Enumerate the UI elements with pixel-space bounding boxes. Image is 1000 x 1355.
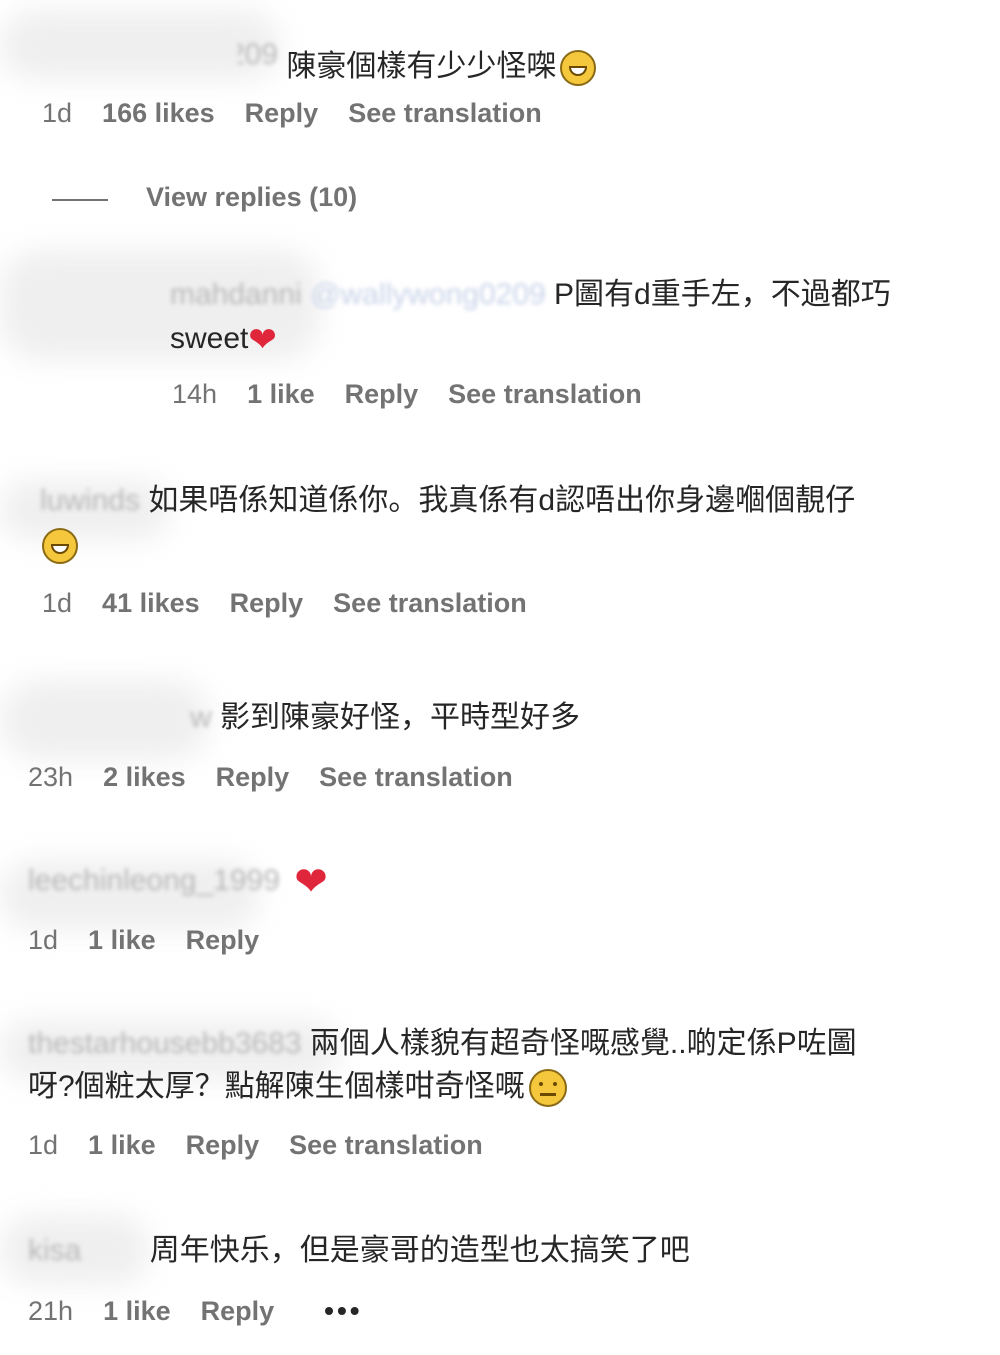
- comment-time: 1d: [42, 98, 73, 128]
- more-options-icon[interactable]: •••: [324, 1295, 362, 1327]
- reply-button[interactable]: Reply: [186, 1130, 260, 1161]
- comment-username[interactable]: thestarhousebb3683: [28, 1027, 302, 1060]
- reply-button[interactable]: Reply: [216, 762, 290, 793]
- comment-2-meta: 14h 1 like Reply See translation: [172, 379, 672, 410]
- see-translation-button[interactable]: See translation: [448, 379, 642, 410]
- comment-time: 1d: [28, 1130, 59, 1160]
- comment-1: wallywong0209 陳豪個樣有少少怪㗎: [238, 34, 597, 88]
- comment-time: 1d: [42, 588, 73, 618]
- likes-count[interactable]: 1 like: [247, 379, 315, 410]
- comment-text: 周年快乐，但是豪哥的造型也太搞笑了吧: [149, 1234, 690, 1267]
- comment-6-line2: 呀?個粧太厚？點解陳生個樣咁奇怪嘅: [28, 1066, 567, 1108]
- comment-6: thestarhousebb3683 兩個人樣貌有超奇怪嘅感覺..啲定係P咗圖: [28, 1023, 857, 1065]
- likes-count[interactable]: 2 likes: [103, 762, 186, 793]
- comment-text: 如果唔係知道係你。我真係有d認唔出你身邊嗰個靚仔: [148, 484, 856, 517]
- reply-button[interactable]: Reply: [345, 379, 419, 410]
- laughing-tears-emoji-icon: [560, 50, 597, 87]
- comment-2: mahdanni @wallywong0209 P圖有d重手左，不過都巧: [170, 274, 891, 316]
- view-replies-label: View replies (10): [146, 182, 358, 212]
- comment-5-meta: 1d 1 like Reply: [28, 925, 289, 956]
- comment-username[interactable]: w: [190, 701, 212, 734]
- comment-time: 23h: [28, 762, 74, 792]
- comment-text-continued: sweet: [170, 322, 249, 355]
- likes-count[interactable]: 166 likes: [102, 98, 215, 129]
- comment-3-meta: 1d 41 likes Reply See translation: [42, 588, 557, 619]
- reply-button[interactable]: Reply: [230, 588, 304, 619]
- comment-2-line2: sweet❤: [170, 318, 277, 360]
- blurred-avatar: [0, 680, 210, 760]
- heart-emoji-icon: ❤: [248, 321, 277, 360]
- comment-7-meta: 21h 1 like Reply •••: [28, 1295, 393, 1327]
- comment-username[interactable]: wallywong0209: [238, 34, 278, 76]
- comment-3-line2: [40, 524, 78, 566]
- reply-button[interactable]: Reply: [201, 1296, 275, 1327]
- reply-button[interactable]: Reply: [186, 925, 260, 956]
- laughing-tears-emoji-icon: [42, 528, 78, 565]
- comment-username[interactable]: leechinleong_1999: [28, 864, 280, 897]
- likes-count[interactable]: 41 likes: [102, 588, 200, 619]
- comment-text: 影到陳豪好怪，平時型好多: [220, 701, 581, 734]
- comment-4-meta: 23h 2 likes Reply See translation: [28, 762, 543, 793]
- comment-username[interactable]: luwinds: [40, 484, 140, 517]
- replies-divider: [52, 199, 108, 201]
- comment-mention[interactable]: @wallywong0209: [310, 278, 546, 311]
- see-translation-button[interactable]: See translation: [289, 1130, 483, 1161]
- see-translation-button[interactable]: See translation: [333, 588, 527, 619]
- comment-time: 21h: [28, 1295, 74, 1326]
- comment-4: w 影到陳豪好怪，平時型好多: [190, 697, 580, 739]
- comment-7: kisa 周年快乐，但是豪哥的造型也太搞笑了吧: [28, 1230, 690, 1272]
- likes-count[interactable]: 1 like: [103, 1296, 171, 1327]
- comment-time: 1d: [28, 925, 59, 955]
- comment-text: P圖有d重手左，不過都巧: [554, 278, 891, 311]
- comment-6-meta: 1d 1 like Reply See translation: [28, 1130, 513, 1161]
- red-heart-emoji-icon: ❤: [294, 860, 328, 905]
- comment-text: 陳豪個樣有少少怪㗎: [286, 50, 557, 83]
- view-replies-button[interactable]: View replies (10): [146, 182, 387, 213]
- neutral-face-emoji-icon: [528, 1069, 567, 1108]
- see-translation-button[interactable]: See translation: [348, 98, 542, 129]
- comment-text-continued: 呀?個粧太厚？點解陳生個樣咁奇怪嘅: [28, 1070, 525, 1103]
- comment-1-meta: 1d 166 likes Reply See translation: [42, 98, 572, 129]
- likes-count[interactable]: 1 like: [88, 1130, 156, 1161]
- likes-count[interactable]: 1 like: [88, 925, 156, 956]
- comment-3: luwinds 如果唔係知道係你。我真係有d認唔出你身邊嗰個靚仔: [40, 480, 855, 522]
- reply-button[interactable]: Reply: [245, 98, 319, 129]
- comment-time: 14h: [172, 379, 218, 409]
- comment-username[interactable]: kisa: [28, 1234, 81, 1267]
- comment-username[interactable]: mahdanni: [170, 278, 302, 311]
- see-translation-button[interactable]: See translation: [319, 762, 513, 793]
- comment-5: leechinleong_1999 ❤: [28, 860, 328, 902]
- comment-text: 兩個人樣貌有超奇怪嘅感覺..啲定係P咗圖: [309, 1027, 857, 1060]
